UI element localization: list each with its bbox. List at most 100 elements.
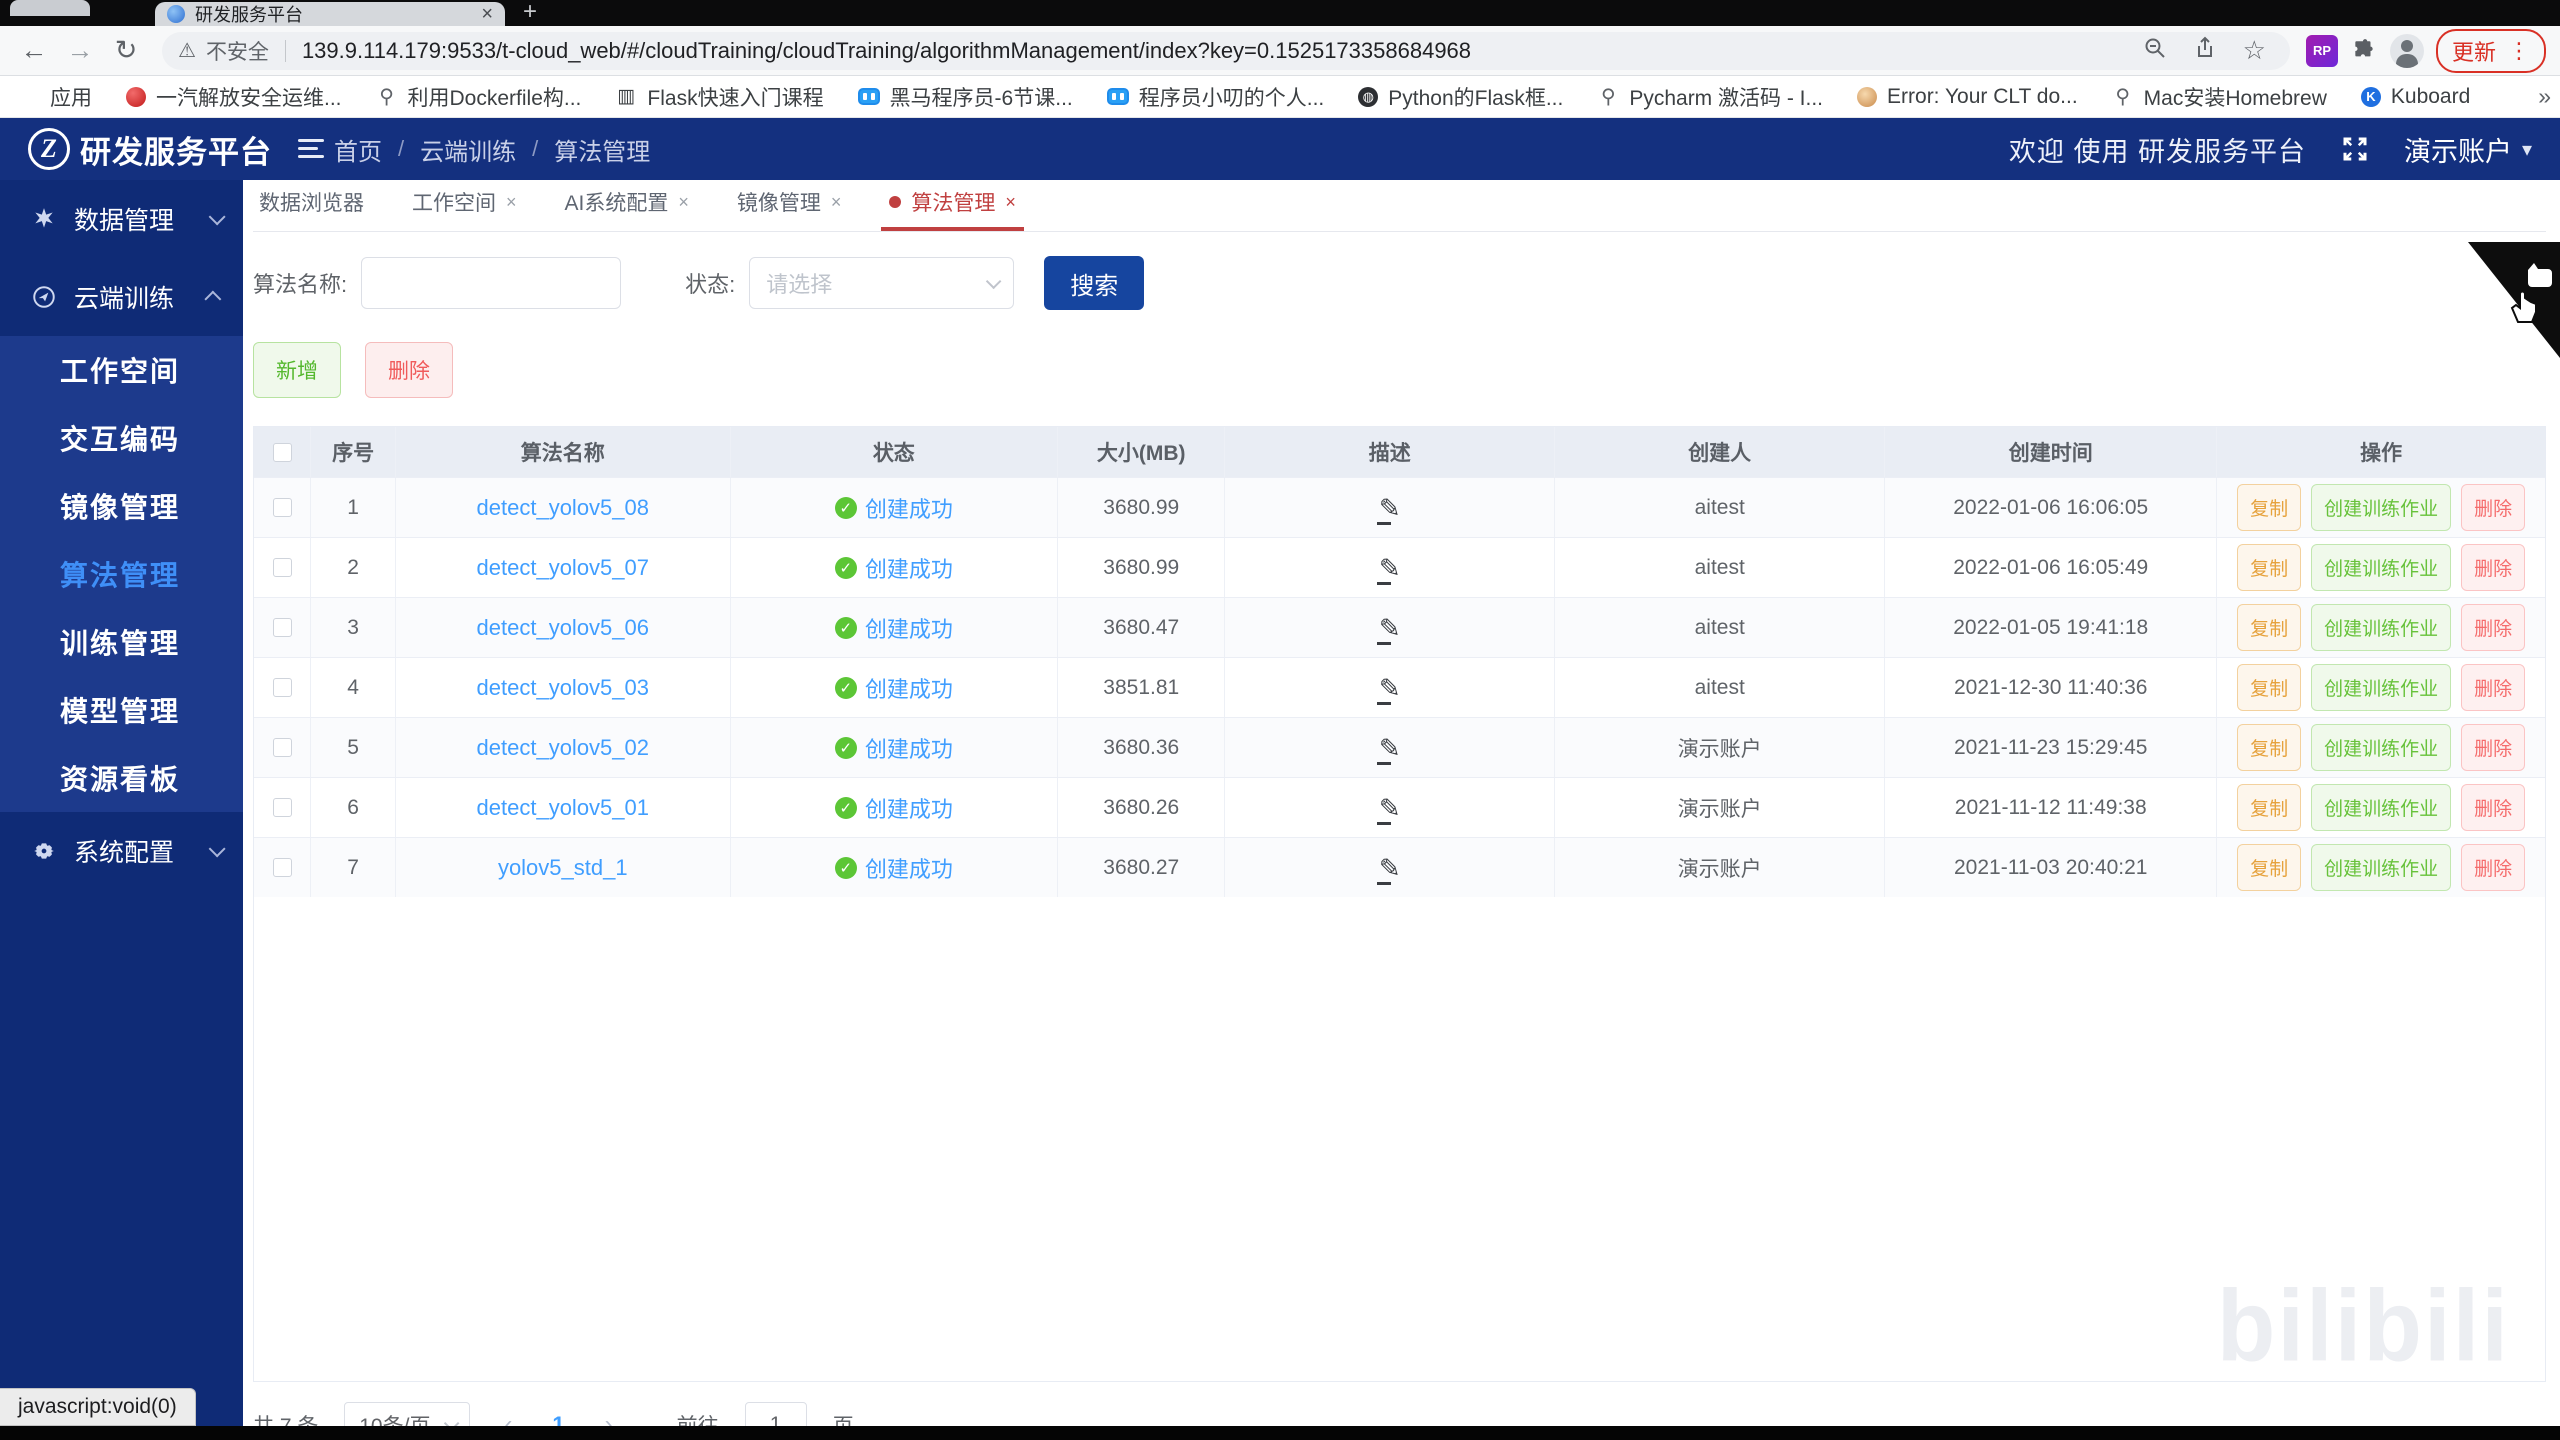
bookmark-item[interactable]: ◍ Python的Flask框... — [1358, 82, 1563, 112]
copy-button[interactable]: 复制 — [2237, 604, 2302, 651]
create-training-job-button[interactable]: 创建训练作业 — [2311, 544, 2452, 591]
bookmark-item[interactable]: 应用 — [18, 82, 92, 112]
share-icon[interactable] — [2185, 36, 2225, 66]
algorithm-name-link[interactable]: yolov5_std_1 — [498, 855, 628, 881]
back-icon[interactable]: ← — [14, 31, 54, 71]
rp-extension-icon[interactable]: RP — [2305, 34, 2338, 67]
bookmark-item[interactable]: K Kuboard — [2360, 85, 2470, 109]
bookmarks-overflow-icon[interactable]: » — [2538, 83, 2551, 110]
new-tab-button[interactable]: + — [523, 0, 537, 26]
url-text[interactable]: 139.9.114.179:9533/t-cloud_web/#/cloudTr… — [302, 38, 2125, 64]
content-tab-镜像管理[interactable]: 镜像管理 × — [735, 187, 844, 231]
content-tab-AI系统配置[interactable]: AI系统配置 × — [563, 187, 691, 231]
breadcrumb-item[interactable]: 云端训练 — [420, 132, 516, 167]
row-checkbox[interactable] — [272, 798, 292, 817]
tab-close-icon[interactable]: × — [1005, 192, 1016, 213]
algorithm-name-link[interactable]: detect_yolov5_08 — [477, 495, 649, 521]
sidebar-group-数据管理[interactable]: 数据管理 — [0, 180, 243, 258]
algorithm-name-link[interactable]: detect_yolov5_06 — [477, 615, 649, 641]
edit-description-icon[interactable]: ✎ — [1376, 735, 1401, 765]
tab-close-icon[interactable]: × — [481, 4, 493, 24]
sidebar-item-算法管理[interactable]: 算法管理 — [0, 540, 243, 608]
fullscreen-icon[interactable] — [2340, 134, 2370, 164]
sidebar-item-交互编码[interactable]: 交互编码 — [0, 404, 243, 472]
edit-description-icon[interactable]: ✎ — [1376, 555, 1401, 585]
algorithm-name-input[interactable] — [361, 257, 622, 309]
delete-row-button[interactable]: 删除 — [2461, 664, 2526, 711]
sidebar-group-云端训练[interactable]: 云端训练 — [0, 258, 243, 336]
copy-button[interactable]: 复制 — [2237, 784, 2302, 831]
bookmark-item[interactable]: ⚲ 利用Dockerfile构... — [376, 82, 581, 112]
edit-description-icon[interactable]: ✎ — [1376, 675, 1401, 705]
copy-button[interactable]: 复制 — [2237, 844, 2302, 891]
delete-row-button[interactable]: 删除 — [2461, 484, 2526, 531]
breadcrumb-item[interactable]: 首页 — [334, 132, 382, 167]
collapse-menu-icon[interactable] — [298, 139, 324, 159]
delete-row-button[interactable]: 删除 — [2461, 724, 2526, 771]
row-checkbox[interactable] — [272, 498, 292, 517]
bookmark-item[interactable]: 一汽解放安全运维... — [126, 82, 342, 112]
row-checkbox[interactable] — [272, 858, 292, 877]
extensions-puzzle-icon[interactable] — [2344, 31, 2384, 71]
bookmark-item[interactable]: 黑马程序员-6节课... — [857, 82, 1073, 112]
create-training-job-button[interactable]: 创建训练作业 — [2311, 724, 2452, 771]
tab-close-icon[interactable]: × — [831, 192, 842, 213]
create-training-job-button[interactable]: 创建训练作业 — [2311, 604, 2452, 651]
update-button[interactable]: 更新 ⋮ — [2435, 28, 2546, 73]
edit-description-icon[interactable]: ✎ — [1376, 855, 1401, 885]
search-button[interactable]: 搜索 — [1044, 256, 1145, 310]
browser-menu-icon[interactable]: ⋮ — [2508, 38, 2530, 64]
security-label[interactable]: 不安全 — [206, 36, 269, 66]
account-menu[interactable]: 演示账户 ▾ — [2404, 130, 2532, 169]
row-checkbox[interactable] — [272, 558, 292, 577]
algorithm-name-link[interactable]: detect_yolov5_02 — [477, 735, 649, 761]
bookmark-item[interactable]: 程序员小叨的个人... — [1106, 82, 1324, 112]
row-checkbox[interactable] — [272, 678, 292, 697]
delete-row-button[interactable]: 删除 — [2461, 844, 2526, 891]
content-tab-工作空间[interactable]: 工作空间 × — [410, 187, 519, 231]
create-training-job-button[interactable]: 创建训练作业 — [2311, 844, 2452, 891]
delete-row-button[interactable]: 删除 — [2461, 784, 2526, 831]
edit-description-icon[interactable]: ✎ — [1376, 615, 1401, 645]
sidebar-item-模型管理[interactable]: 模型管理 — [0, 676, 243, 744]
algorithm-name-link[interactable]: detect_yolov5_07 — [477, 555, 649, 581]
bookmark-item[interactable]: ▥ Flask快速入门课程 — [615, 82, 823, 112]
create-training-job-button[interactable]: 创建训练作业 — [2311, 784, 2452, 831]
delete-button[interactable]: 删除 — [365, 342, 453, 398]
delete-row-button[interactable]: 删除 — [2461, 544, 2526, 591]
sidebar-item-资源看板[interactable]: 资源看板 — [0, 744, 243, 812]
bookmark-star-icon[interactable]: ☆ — [2235, 35, 2274, 66]
forward-icon[interactable]: → — [60, 31, 100, 71]
algorithm-name-link[interactable]: detect_yolov5_03 — [477, 675, 649, 701]
address-bar[interactable]: ⚠ 不安全 139.9.114.179:9533/t-cloud_web/#/c… — [162, 31, 2290, 70]
copy-button[interactable]: 复制 — [2237, 664, 2302, 711]
breadcrumb-item[interactable]: 算法管理 — [554, 132, 650, 167]
copy-button[interactable]: 复制 — [2237, 544, 2302, 591]
row-checkbox[interactable] — [272, 618, 292, 637]
add-button[interactable]: 新增 — [253, 342, 341, 398]
row-checkbox[interactable] — [272, 738, 292, 757]
sidebar-item-训练管理[interactable]: 训练管理 — [0, 608, 243, 676]
sidebar-group-系统配置[interactable]: 系统配置 — [0, 812, 243, 890]
bookmark-item[interactable]: Error: Your CLT do... — [1857, 85, 2078, 109]
sidebar-item-工作空间[interactable]: 工作空间 — [0, 336, 243, 404]
delete-row-button[interactable]: 删除 — [2461, 604, 2526, 651]
bookmark-item[interactable]: ⚲ Pycharm 激活码 - I... — [1597, 82, 1823, 112]
create-training-job-button[interactable]: 创建训练作业 — [2311, 484, 2452, 531]
edit-description-icon[interactable]: ✎ — [1376, 495, 1401, 525]
tab-close-icon[interactable]: × — [678, 192, 689, 213]
content-tab-算法管理[interactable]: 算法管理 × — [881, 187, 1024, 231]
bookmark-item[interactable]: ⚲ Mac安装Homebrew — [2112, 82, 2327, 112]
create-training-job-button[interactable]: 创建训练作业 — [2311, 664, 2452, 711]
select-all-checkbox[interactable] — [272, 442, 292, 462]
inactive-tab-stub[interactable] — [10, 0, 90, 16]
zoom-out-icon[interactable] — [2135, 36, 2175, 66]
browser-tab[interactable]: 研发服务平台 × — [155, 2, 505, 26]
reload-icon[interactable]: ↻ — [106, 31, 146, 71]
sidebar-item-镜像管理[interactable]: 镜像管理 — [0, 472, 243, 540]
status-select[interactable]: 请选择 — [749, 257, 1015, 309]
copy-button[interactable]: 复制 — [2237, 724, 2302, 771]
algorithm-name-link[interactable]: detect_yolov5_01 — [477, 795, 649, 821]
profile-avatar[interactable] — [2389, 33, 2424, 68]
edit-description-icon[interactable]: ✎ — [1376, 795, 1401, 825]
